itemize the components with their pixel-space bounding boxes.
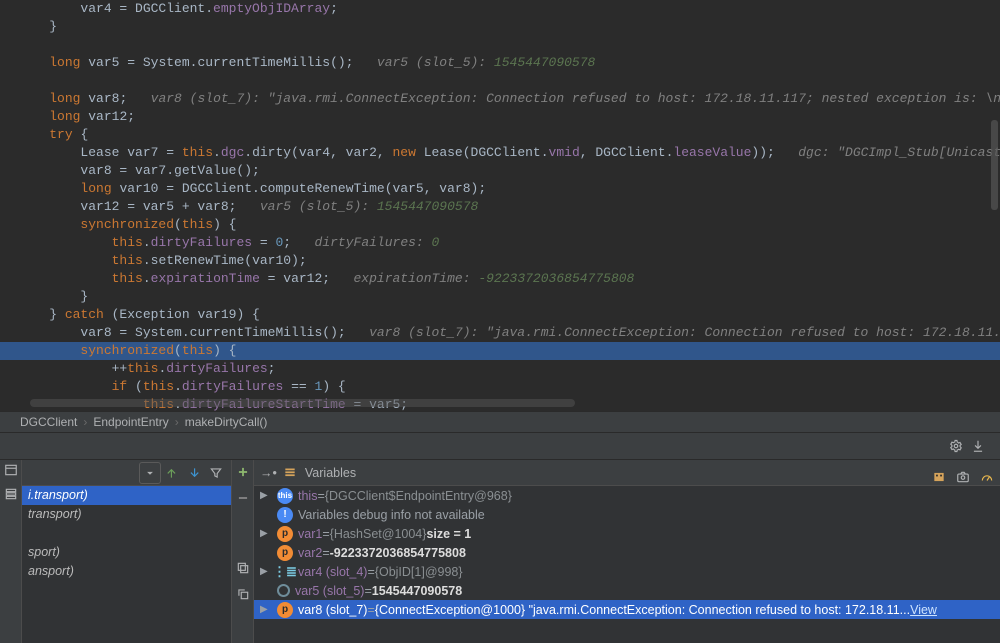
variable-row[interactable]: ▶pvar8 (slot_7) = {ConnectException@1000…: [254, 600, 1000, 619]
filter-frames-button[interactable]: [205, 462, 227, 484]
variable-value: Variables debug info not available: [298, 508, 485, 522]
expand-chevron-icon[interactable]: ▶: [260, 528, 272, 539]
code-line[interactable]: [18, 36, 1000, 54]
debug-left-gutter: [0, 460, 22, 643]
variable-name: var5 (slot_5): [295, 584, 364, 598]
code-line[interactable]: try {: [18, 126, 1000, 144]
breadcrumb-item[interactable]: EndpointEntry: [93, 415, 168, 429]
variable-value: {DGCClient$EndpointEntry@968}: [325, 489, 512, 503]
variable-kind-icon: this: [277, 488, 293, 504]
code-line[interactable]: [18, 72, 1000, 90]
debug-toolbar: [0, 433, 1000, 460]
gear-icon[interactable]: [947, 437, 965, 455]
variable-name: this: [298, 489, 317, 503]
variable-row[interactable]: var5 (slot_5) = 1545447090578: [254, 581, 1000, 600]
frame-item[interactable]: sport): [22, 543, 231, 562]
breadcrumb-separator-icon: ›: [175, 415, 179, 429]
code-line[interactable]: var8 = System.currentTimeMillis(); var8 …: [18, 324, 1000, 342]
code-line[interactable]: ++this.dirtyFailures;: [18, 360, 1000, 378]
variable-row[interactable]: ! Variables debug info not available: [254, 505, 1000, 524]
code-line[interactable]: synchronized(this) {: [18, 216, 1000, 234]
expand-chevron-icon[interactable]: ▶: [260, 490, 272, 501]
expand-chevron-icon[interactable]: ▶: [260, 604, 272, 615]
frame-item[interactable]: [22, 524, 231, 543]
variable-value: -9223372036854775808: [330, 546, 466, 560]
code-line[interactable]: long var5 = System.currentTimeMillis(); …: [18, 54, 1000, 72]
breadcrumb-item[interactable]: DGCClient: [20, 415, 77, 429]
variables-list[interactable]: ▶thisthis = {DGCClient$EndpointEntry@968…: [254, 486, 1000, 619]
variable-kind-icon: p: [277, 526, 293, 542]
download-icon[interactable]: [969, 437, 987, 455]
code-line[interactable]: var12 = var5 + var8; var5 (slot_5): 1545…: [18, 198, 1000, 216]
variable-kind-icon: p: [277, 602, 293, 618]
variable-value: {HashSet@1004}: [330, 527, 427, 541]
variable-kind-icon: [277, 584, 290, 597]
copy-icon[interactable]: [235, 560, 251, 576]
variables-icon: [283, 465, 299, 481]
variable-name: var1: [298, 527, 322, 541]
variable-kind-icon: p: [277, 545, 293, 561]
thread-dropdown[interactable]: [139, 462, 161, 484]
variable-row[interactable]: ▶thisthis = {DGCClient$EndpointEntry@968…: [254, 486, 1000, 505]
breadcrumb-separator-icon: ›: [83, 415, 87, 429]
frames-panel: i.transport)transport) sport)ansport): [22, 460, 232, 643]
gauge-icon[interactable]: [978, 468, 996, 486]
add-watch-icon[interactable]: [235, 464, 251, 480]
editor-vertical-scrollbar[interactable]: [991, 120, 998, 210]
duplicate-icon[interactable]: [235, 586, 251, 602]
breadcrumb-item[interactable]: makeDirtyCall(): [185, 415, 268, 429]
stack-icon[interactable]: [3, 486, 19, 502]
variable-row[interactable]: ▶pvar1 = {HashSet@1004} size = 1: [254, 524, 1000, 543]
prev-frame-button[interactable]: [161, 462, 183, 484]
code-line[interactable]: if (this.dirtyFailures == 1) {: [18, 378, 1000, 396]
view-link[interactable]: View: [910, 603, 937, 617]
code-line[interactable]: Lease var7 = this.dgc.dirty(var4, var2, …: [18, 144, 1000, 162]
variable-name: var4 (slot_4): [298, 565, 367, 579]
pin-icon[interactable]: →•: [260, 466, 277, 480]
breadcrumb: DGCClient › EndpointEntry › makeDirtyCal…: [0, 411, 1000, 433]
code-line[interactable]: }: [18, 288, 1000, 306]
code-line[interactable]: this.setRenewTime(var10);: [18, 252, 1000, 270]
variable-name: var8 (slot_7): [298, 603, 367, 617]
variables-gutter: [232, 460, 254, 643]
variable-kind-icon: ⋮≣: [277, 564, 293, 580]
variable-name: var2: [298, 546, 322, 560]
code-line[interactable]: var4 = DGCClient.emptyObjIDArray;: [18, 0, 1000, 18]
frame-item[interactable]: i.transport): [22, 486, 231, 505]
remove-watch-icon[interactable]: [235, 490, 251, 506]
variable-kind-icon: !: [277, 507, 293, 523]
variable-value: 1545447090578: [372, 584, 462, 598]
layout-icon[interactable]: [3, 462, 19, 478]
variables-panel: →• Variables ▶thisthis = {DGCClient$Endp…: [232, 460, 1000, 643]
variable-row[interactable]: ▶⋮≣var4 (slot_4) = {ObjID[1]@998}: [254, 562, 1000, 581]
editor-horizontal-scrollbar[interactable]: [30, 399, 575, 407]
code-line[interactable]: this.expirationTime = var12; expirationT…: [18, 270, 1000, 288]
code-line[interactable]: long var12;: [18, 108, 1000, 126]
code-line[interactable]: }: [18, 18, 1000, 36]
frame-item[interactable]: ansport): [22, 562, 231, 581]
code-line[interactable]: long var10 = DGCClient.computeRenewTime(…: [18, 180, 1000, 198]
variables-title: Variables: [305, 466, 356, 480]
camera-icon[interactable]: [954, 468, 972, 486]
frames-list[interactable]: i.transport)transport) sport)ansport): [22, 486, 231, 643]
variables-header: →• Variables: [254, 460, 1000, 486]
variable-value: {ObjID[1]@998}: [375, 565, 463, 579]
debug-panel: i.transport)transport) sport)ansport) →•: [0, 460, 1000, 643]
variable-value: {ConnectException@1000} "java.rmi.Connec…: [375, 603, 910, 617]
frames-header: [22, 460, 231, 486]
code-line[interactable]: var8 = var7.getValue();: [18, 162, 1000, 180]
code-line[interactable]: long var8; var8 (slot_7): "java.rmi.Conn…: [18, 90, 1000, 108]
code-line[interactable]: this.dirtyFailures = 0; dirtyFailures: 0: [18, 234, 1000, 252]
code-editor[interactable]: var4 = DGCClient.emptyObjIDArray; } long…: [0, 0, 1000, 411]
memory-view-icon[interactable]: [930, 468, 948, 486]
code-line[interactable]: } catch (Exception var19) {: [18, 306, 1000, 324]
expand-chevron-icon[interactable]: ▶: [260, 566, 272, 577]
frame-item[interactable]: transport): [22, 505, 231, 524]
code-line[interactable]: synchronized(this) {: [0, 342, 1000, 360]
next-frame-button[interactable]: [183, 462, 205, 484]
variable-row[interactable]: pvar2 = -9223372036854775808: [254, 543, 1000, 562]
